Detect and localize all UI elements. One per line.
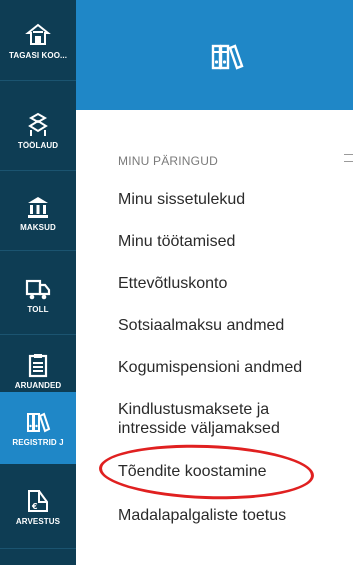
desk-icon — [28, 112, 48, 136]
sidebar-item-registrid[interactable]: REGISTRID J — [0, 392, 76, 464]
panel-header — [76, 0, 353, 110]
sidebar-item-toll[interactable]: TOLL — [0, 262, 76, 328]
sidebar-item-label: MAKSUD — [20, 223, 56, 232]
binders-icon — [27, 412, 51, 433]
rail-divider — [0, 170, 76, 171]
menu-panel: MINU PÄRINGUD Minu sissetulekud Minu töö… — [76, 110, 353, 565]
link-sotsiaalmaksu-andmed[interactable]: Sotsiaalmaksu andmed — [118, 316, 343, 335]
calculation-icon: € — [28, 490, 48, 512]
rail-divider — [0, 334, 76, 335]
rail-divider — [0, 80, 76, 81]
sidebar-item-toolaud[interactable]: TÖÖLAUD — [0, 98, 76, 164]
sidebar-item-label: ARVESTUS — [15, 517, 61, 526]
truck-icon — [25, 279, 51, 300]
bank-icon — [28, 197, 48, 218]
link-kogumispensioni-andmed[interactable]: Kogumispensioni andmed — [118, 358, 343, 377]
home-icon — [25, 23, 51, 45]
hamburger-icon[interactable] — [344, 154, 353, 162]
link-ettevotluskonto[interactable]: Ettevõtluskonto — [118, 274, 343, 293]
link-kindlustusmaksete[interactable]: Kindlustusmaksete ja intresside väljamak… — [118, 400, 318, 438]
sidebar-item-arvestus[interactable]: € ARVESTUS — [0, 474, 76, 540]
binders-icon — [211, 44, 244, 70]
svg-text:€: € — [31, 502, 38, 511]
sidebar-item-back[interactable]: TAGASI KOO... — [0, 8, 76, 74]
link-madalapalgaliste-toetus[interactable]: Madalapalgaliste toetus — [118, 506, 343, 525]
rail-divider — [0, 548, 76, 549]
sidebar-item-label: TAGASI KOO... — [8, 51, 68, 60]
section-title: MINU PÄRINGUD — [118, 154, 218, 168]
clipboard-icon — [28, 354, 48, 378]
sidebar-item-label: TOLL — [27, 305, 49, 314]
link-minu-sissetulekud[interactable]: Minu sissetulekud — [118, 190, 343, 209]
side-nav-rail: TAGASI KOO... TÖÖLAUD MAKSUD TOLL ARUAND… — [0, 0, 76, 565]
sidebar-item-label: REGISTRID J — [12, 438, 64, 447]
sidebar-item-label: TÖÖLAUD — [17, 141, 59, 150]
sidebar-item-maksud[interactable]: MAKSUD — [0, 180, 76, 246]
link-minu-tootamised[interactable]: Minu töötamised — [118, 232, 343, 251]
sidebar-item-label: ARUANDED — [14, 381, 62, 390]
rail-divider — [0, 250, 76, 251]
red-highlight-oval — [98, 441, 315, 503]
